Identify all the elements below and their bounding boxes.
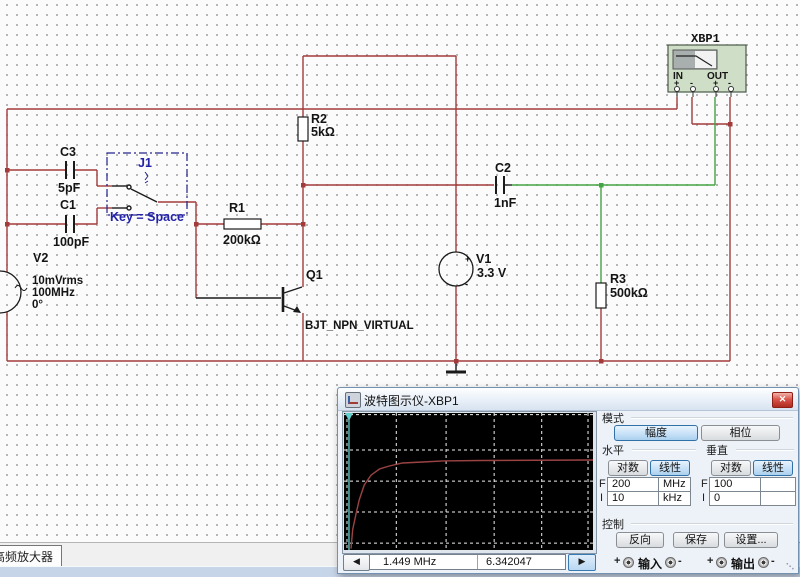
xbp1-out-minus: - bbox=[728, 78, 731, 88]
c2-value[interactable]: 1nF bbox=[494, 196, 517, 210]
wires-green[interactable] bbox=[512, 97, 715, 283]
vertical-group-label: 垂直 bbox=[706, 442, 728, 458]
v2-value-3[interactable]: 0° bbox=[32, 299, 43, 311]
r1-value[interactable]: 200kΩ bbox=[223, 233, 261, 247]
bode-plot-svg[interactable] bbox=[344, 413, 593, 550]
j1-ref[interactable]: J1 bbox=[138, 156, 152, 170]
bode-plotter-window: 波特图示仪-XBP1 ✕ ◀ 1.449 MHz 6.342047 ▶ 模式 幅… bbox=[337, 387, 799, 574]
in-minus-terminal-icon bbox=[665, 557, 676, 568]
phase-button[interactable]: 相位 bbox=[701, 425, 780, 441]
horizontal-i-label: I bbox=[600, 492, 603, 504]
switch-contact-top bbox=[127, 185, 131, 189]
settings-button[interactable]: 设置... bbox=[724, 532, 778, 548]
horizontal-linear-button[interactable]: 线性 bbox=[650, 460, 690, 476]
capacitor-c2 bbox=[496, 176, 504, 194]
bode-title-bar[interactable]: 波特图示仪-XBP1 ✕ bbox=[338, 388, 798, 411]
v1-ref[interactable]: V1 bbox=[476, 252, 491, 266]
vertical-i-value[interactable]: 0 bbox=[709, 491, 761, 506]
cursor-right-button[interactable]: ▶ bbox=[568, 554, 596, 571]
xbp1-out-plus: + bbox=[713, 78, 718, 88]
mode-group-label: 模式 bbox=[602, 410, 624, 426]
v1-value[interactable]: 3.3 V bbox=[477, 266, 507, 280]
source-v2 bbox=[0, 271, 27, 313]
in-plus-sign: + bbox=[614, 555, 620, 567]
transistor-q1 bbox=[283, 287, 302, 313]
out-minus-sign: - bbox=[771, 555, 775, 567]
magnitude-button[interactable]: 幅度 bbox=[614, 425, 698, 441]
q1-ref[interactable]: Q1 bbox=[306, 268, 323, 282]
in-plus-terminal-icon bbox=[623, 557, 634, 568]
xbp1-in-minus: - bbox=[690, 78, 693, 88]
vertical-f-value[interactable]: 100 bbox=[709, 477, 761, 492]
vertical-f-unit[interactable] bbox=[760, 477, 796, 492]
horizontal-f-label: F bbox=[599, 478, 606, 490]
v2-value-2[interactable]: 100MHz bbox=[32, 287, 75, 299]
out-minus-terminal-icon bbox=[758, 557, 769, 568]
q1-value[interactable]: BJT_NPN_VIRTUAL bbox=[305, 320, 414, 332]
bode-plot-panel bbox=[342, 411, 597, 554]
v1-plus: + bbox=[465, 254, 470, 264]
vertical-linear-button[interactable]: 线性 bbox=[753, 460, 793, 476]
v1-minus: - bbox=[465, 279, 468, 289]
horizontal-i-value[interactable]: 10 bbox=[607, 491, 659, 506]
capacitor-c3 bbox=[66, 161, 74, 179]
in-minus-sign: - bbox=[678, 555, 682, 567]
control-group-label: 控制 bbox=[602, 516, 624, 532]
bode-window-title: 波特图示仪-XBP1 bbox=[364, 392, 459, 409]
c3-ref[interactable]: C3 bbox=[60, 145, 76, 159]
switch-blade bbox=[131, 189, 157, 202]
in-terminal-label: 输入 bbox=[638, 555, 662, 572]
horizontal-group-label: 水平 bbox=[602, 442, 624, 458]
c3-value[interactable]: 5pF bbox=[58, 181, 81, 195]
multisim-workspace: C3 5pF C1 100pF V2 10mVrms 100MHz 0° J1 … bbox=[0, 0, 800, 577]
out-terminal-label: 输出 bbox=[731, 555, 755, 572]
xbp1-ref[interactable]: XBP1 bbox=[691, 32, 720, 46]
save-button[interactable]: 保存 bbox=[673, 532, 719, 548]
c1-value[interactable]: 100pF bbox=[53, 235, 89, 249]
r2-value[interactable]: 5kΩ bbox=[311, 125, 335, 139]
vertical-i-unit[interactable] bbox=[760, 491, 796, 506]
capacitor-c1 bbox=[66, 215, 74, 233]
vertical-f-label: F bbox=[701, 478, 708, 490]
cursor-readout-field: 1.449 MHz 6.342047 bbox=[369, 554, 566, 570]
r3-value[interactable]: 500kΩ bbox=[610, 286, 648, 300]
v2-ref[interactable]: V2 bbox=[33, 251, 48, 265]
c1-ref[interactable]: C1 bbox=[60, 198, 76, 212]
r1-ref[interactable]: R1 bbox=[229, 201, 245, 215]
horizontal-f-unit[interactable]: MHz bbox=[658, 477, 691, 492]
r3-ref[interactable]: R3 bbox=[610, 272, 626, 286]
resistor-r3 bbox=[596, 283, 606, 308]
horizontal-i-unit[interactable]: kHz bbox=[658, 491, 691, 506]
resistor-r1 bbox=[224, 219, 261, 229]
out-plus-sign: + bbox=[707, 555, 713, 567]
resistor-r2 bbox=[298, 117, 308, 141]
xbp1-in-plus: + bbox=[674, 78, 679, 88]
close-button[interactable]: ✕ bbox=[772, 392, 793, 408]
out-plus-terminal-icon bbox=[716, 557, 727, 568]
bode-window-icon bbox=[345, 392, 361, 408]
v2-value-1[interactable]: 10mVrms bbox=[32, 275, 83, 287]
vertical-log-button[interactable]: 对数 bbox=[711, 460, 751, 476]
r2-ref[interactable]: R2 bbox=[311, 112, 327, 126]
cursor-readout-bar: ◀ 1.449 MHz 6.342047 ▶ bbox=[342, 554, 595, 570]
horizontal-f-value[interactable]: 200 bbox=[607, 477, 659, 492]
horizontal-log-button[interactable]: 对数 bbox=[608, 460, 648, 476]
c2-ref[interactable]: C2 bbox=[495, 161, 511, 175]
j1-key-label[interactable]: Key = Space bbox=[110, 210, 184, 224]
reverse-button[interactable]: 反向 bbox=[616, 532, 664, 548]
resize-grip[interactable]: ⋱ bbox=[786, 562, 795, 571]
cursor-value: 6.342047 bbox=[486, 555, 532, 569]
cursor-left-button[interactable]: ◀ bbox=[343, 554, 370, 571]
cursor-frequency: 1.449 MHz bbox=[383, 555, 436, 569]
vertical-i-label: I bbox=[702, 492, 705, 504]
